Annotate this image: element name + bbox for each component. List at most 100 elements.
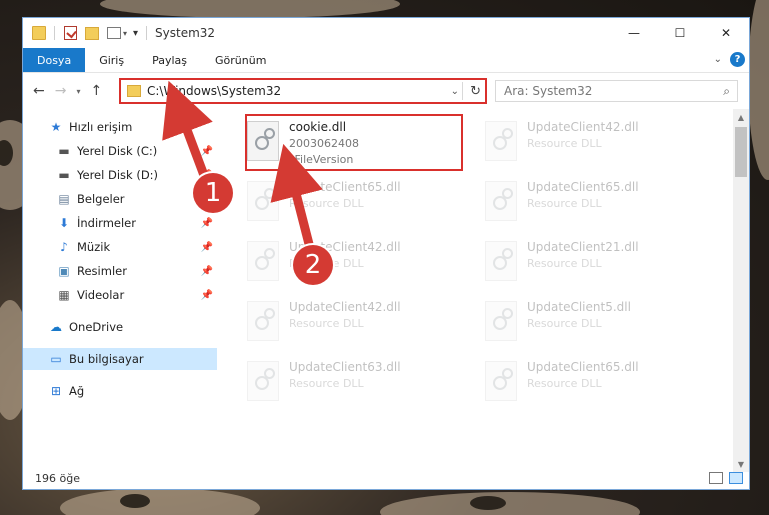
refresh-icon[interactable]: ↻ xyxy=(470,84,481,99)
star-icon: ★ xyxy=(50,120,62,134)
tiles-view-icon[interactable] xyxy=(729,472,743,484)
properties-icon[interactable] xyxy=(64,26,77,40)
tab-share[interactable]: Paylaş xyxy=(138,48,201,72)
status-bar: 196 öğe xyxy=(23,467,749,489)
sidebar-item-label: Yerel Disk (C:) xyxy=(77,144,158,158)
sidebar-item-label: Ağ xyxy=(69,384,85,398)
separator xyxy=(462,82,463,100)
file-item[interactable]: UpdateClient65.dll Resource DLL xyxy=(479,355,699,411)
navigation-pane: ★ Hızlı erişim ▬ Yerel Disk (C:) 📌 ▬ Yer… xyxy=(23,109,217,472)
file-description: Resource DLL xyxy=(527,197,602,210)
sidebar-item-documents[interactable]: ▤ Belgeler 📌 xyxy=(23,188,217,210)
download-icon: ⬇ xyxy=(58,216,70,230)
minimize-button[interactable]: — xyxy=(611,18,657,48)
file-item[interactable]: UpdateClient5.dll Resource DLL xyxy=(479,295,699,351)
pin-icon[interactable]: 📌 xyxy=(201,146,213,157)
file-item[interactable]: UpdateClient63.dll Resource DLL xyxy=(241,355,461,411)
drive-icon: ▬ xyxy=(58,168,70,182)
dll-file-icon xyxy=(485,121,517,161)
sidebar-item-network[interactable]: ⊞ Ağ xyxy=(23,380,217,402)
sidebar-item-label: Videolar xyxy=(77,288,125,302)
highlight-box xyxy=(245,114,463,171)
chevron-down-icon[interactable]: ⌄ xyxy=(451,86,459,97)
file-item[interactable]: UpdateClient42.dll Resource DLL xyxy=(241,295,461,351)
forward-button[interactable]: → xyxy=(55,83,67,99)
new-folder-icon[interactable] xyxy=(85,26,99,40)
pin-icon[interactable]: 📌 xyxy=(201,242,213,253)
background-fur xyxy=(380,492,640,515)
chevron-down-icon[interactable]: ▾ xyxy=(123,29,127,38)
sidebar-item-this-pc[interactable]: ▭ Bu bilgisayar xyxy=(23,348,217,370)
sidebar-item-label: Hızlı erişim xyxy=(69,120,133,134)
maximize-button[interactable]: ☐ xyxy=(657,18,703,48)
computer-icon: ▭ xyxy=(50,352,62,366)
recent-locations-button[interactable]: ▾ xyxy=(76,87,80,96)
file-description: Resource DLL xyxy=(289,377,364,390)
file-item[interactable]: UpdateClient65.dll Resource DLL xyxy=(479,175,699,231)
file-item[interactable]: UpdateClient65.dll Resource DLL xyxy=(241,175,461,231)
file-name: UpdateClient65.dll xyxy=(527,360,639,374)
tab-home[interactable]: Giriş xyxy=(85,48,138,72)
pin-icon[interactable]: 📌 xyxy=(201,266,213,277)
dll-file-icon xyxy=(247,241,279,281)
sidebar-item-onedrive[interactable]: ☁ OneDrive xyxy=(23,316,217,338)
window-title: System32 xyxy=(155,26,216,40)
sidebar-item-label: İndirmeler xyxy=(77,216,136,230)
music-icon: ♪ xyxy=(60,240,68,254)
pin-icon[interactable]: 📌 xyxy=(201,290,213,301)
scroll-thumb[interactable] xyxy=(735,127,747,177)
tab-view[interactable]: Görünüm xyxy=(201,48,280,72)
up-button[interactable]: ↑ xyxy=(90,83,102,99)
customize-toolbar-icon[interactable]: ▾ xyxy=(133,28,138,39)
file-description: Resource DLL xyxy=(527,137,602,150)
pin-icon[interactable]: 📌 xyxy=(201,218,213,229)
dll-file-icon xyxy=(247,361,279,401)
content-area: ★ Hızlı erişim ▬ Yerel Disk (C:) 📌 ▬ Yer… xyxy=(23,109,749,472)
file-name: UpdateClient65.dll xyxy=(527,180,639,194)
sidebar-item-label: Müzik xyxy=(77,240,111,254)
dll-file-icon xyxy=(485,361,517,401)
file-description: Resource DLL xyxy=(289,197,364,210)
file-name: UpdateClient63.dll xyxy=(289,360,401,374)
tab-file[interactable]: Dosya xyxy=(23,48,86,72)
sidebar-item-local-disk-c[interactable]: ▬ Yerel Disk (C:) 📌 xyxy=(23,140,217,162)
file-item[interactable]: UpdateClient42.dllResource DLL xyxy=(241,235,461,291)
help-icon[interactable]: ? xyxy=(730,52,745,67)
file-name: UpdateClient42.dll xyxy=(289,300,401,314)
sidebar-item-pictures[interactable]: ▣ Resimler 📌 xyxy=(23,260,217,282)
ribbon-tabs: Dosya Giriş Paylaş Görünüm ⌄ ? xyxy=(23,48,749,73)
search-icon[interactable]: ⌕ xyxy=(723,84,730,99)
sidebar-item-music[interactable]: ♪ Müzik 📌 xyxy=(23,236,217,258)
search-input[interactable]: Ara: System32 ⌕ xyxy=(495,80,738,102)
folder-icon xyxy=(127,85,141,97)
explorer-window: ▾ ▾ System32 — ☐ ✕ Dosya Giriş Paylaş Gö… xyxy=(22,17,750,490)
background-fur xyxy=(100,0,400,18)
separator xyxy=(146,26,148,40)
search-placeholder: Ara: System32 xyxy=(504,84,593,98)
background-fur xyxy=(748,0,769,180)
step-1-callout: 1 xyxy=(193,173,233,213)
file-item[interactable]: UpdateClient21.dll Resource DLL xyxy=(479,235,699,291)
details-view-icon[interactable] xyxy=(709,472,723,484)
pictures-icon: ▣ xyxy=(58,264,70,278)
back-button[interactable]: ← xyxy=(33,83,45,99)
scroll-up-icon[interactable]: ▲ xyxy=(733,109,749,125)
sidebar-item-videos[interactable]: ▦ Videolar 📌 xyxy=(23,284,217,306)
separator xyxy=(54,26,55,40)
file-item[interactable]: UpdateClient42.dllResource DLL xyxy=(479,115,699,171)
background-fur xyxy=(60,488,260,515)
address-text[interactable]: C:\Windows\System32 xyxy=(147,84,281,98)
dll-file-icon xyxy=(485,181,517,221)
address-bar[interactable]: C:\Windows\System32 ⌄ ↻ xyxy=(119,78,487,104)
close-button[interactable]: ✕ xyxy=(703,18,749,48)
sidebar-item-quick-access[interactable]: ★ Hızlı erişim xyxy=(23,116,217,138)
dll-file-icon xyxy=(247,301,279,341)
sidebar-item-local-disk-d[interactable]: ▬ Yerel Disk (D:) 📌 xyxy=(23,164,217,186)
dll-file-icon xyxy=(485,241,517,281)
file-description: Resource DLL xyxy=(289,317,364,330)
view-icon[interactable] xyxy=(107,27,121,39)
sidebar-item-downloads[interactable]: ⬇ İndirmeler 📌 xyxy=(23,212,217,234)
title-bar: ▾ ▾ System32 — ☐ ✕ xyxy=(23,18,749,48)
expand-ribbon-icon[interactable]: ⌄ xyxy=(714,54,722,65)
vertical-scrollbar[interactable]: ▲ ▼ xyxy=(733,109,749,472)
